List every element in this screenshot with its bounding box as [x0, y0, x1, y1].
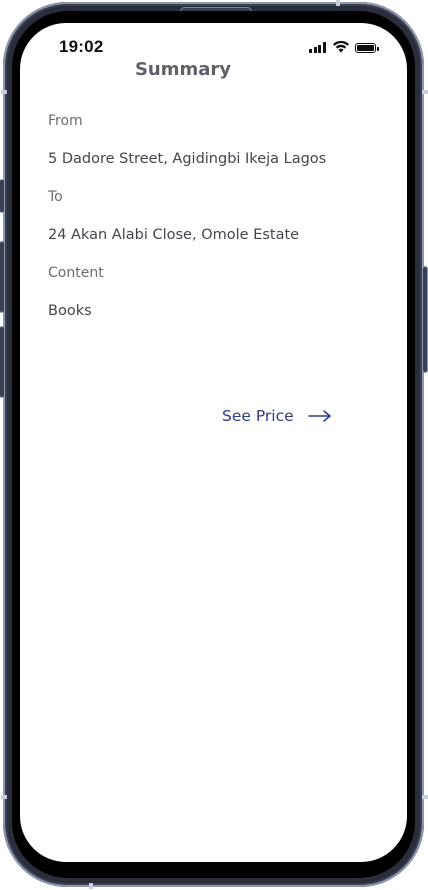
content-value: Books [48, 303, 92, 319]
status-icons [309, 39, 379, 53]
app-screen: 19:02 Summary From 5 Dadore Street, Agid… [20, 23, 407, 862]
antenna-band [1, 90, 7, 94]
wifi-icon [333, 40, 349, 53]
silent-switch [0, 180, 4, 212]
see-price-label: See Price [222, 407, 294, 425]
from-label: From [48, 113, 83, 129]
antenna-band [336, 0, 340, 6]
page-title: Summary [134, 59, 232, 80]
to-address: 24 Akan Alabi Close, Omole Estate [48, 227, 300, 243]
battery-icon [355, 43, 379, 53]
arrow-right-icon [307, 410, 331, 422]
volume-up-button [0, 242, 4, 312]
to-label: To [48, 189, 63, 205]
screen-bezel: 19:02 Summary From 5 Dadore Street, Agid… [12, 11, 415, 878]
see-price-button[interactable]: See Price [222, 407, 332, 425]
content-label: Content [48, 265, 104, 281]
phone-frame: 19:02 Summary From 5 Dadore Street, Agid… [0, 0, 428, 889]
volume-down-button [0, 327, 4, 397]
antenna-band [1, 795, 7, 799]
antenna-band [422, 90, 428, 94]
power-button [423, 267, 427, 372]
status-time: 19:02 [59, 37, 104, 56]
antenna-band [422, 795, 428, 799]
antenna-band [89, 883, 93, 889]
from-address: 5 Dadore Street, Agidingbi Ikeja Lagos [48, 151, 327, 167]
cellular-signal-icon [309, 42, 327, 53]
